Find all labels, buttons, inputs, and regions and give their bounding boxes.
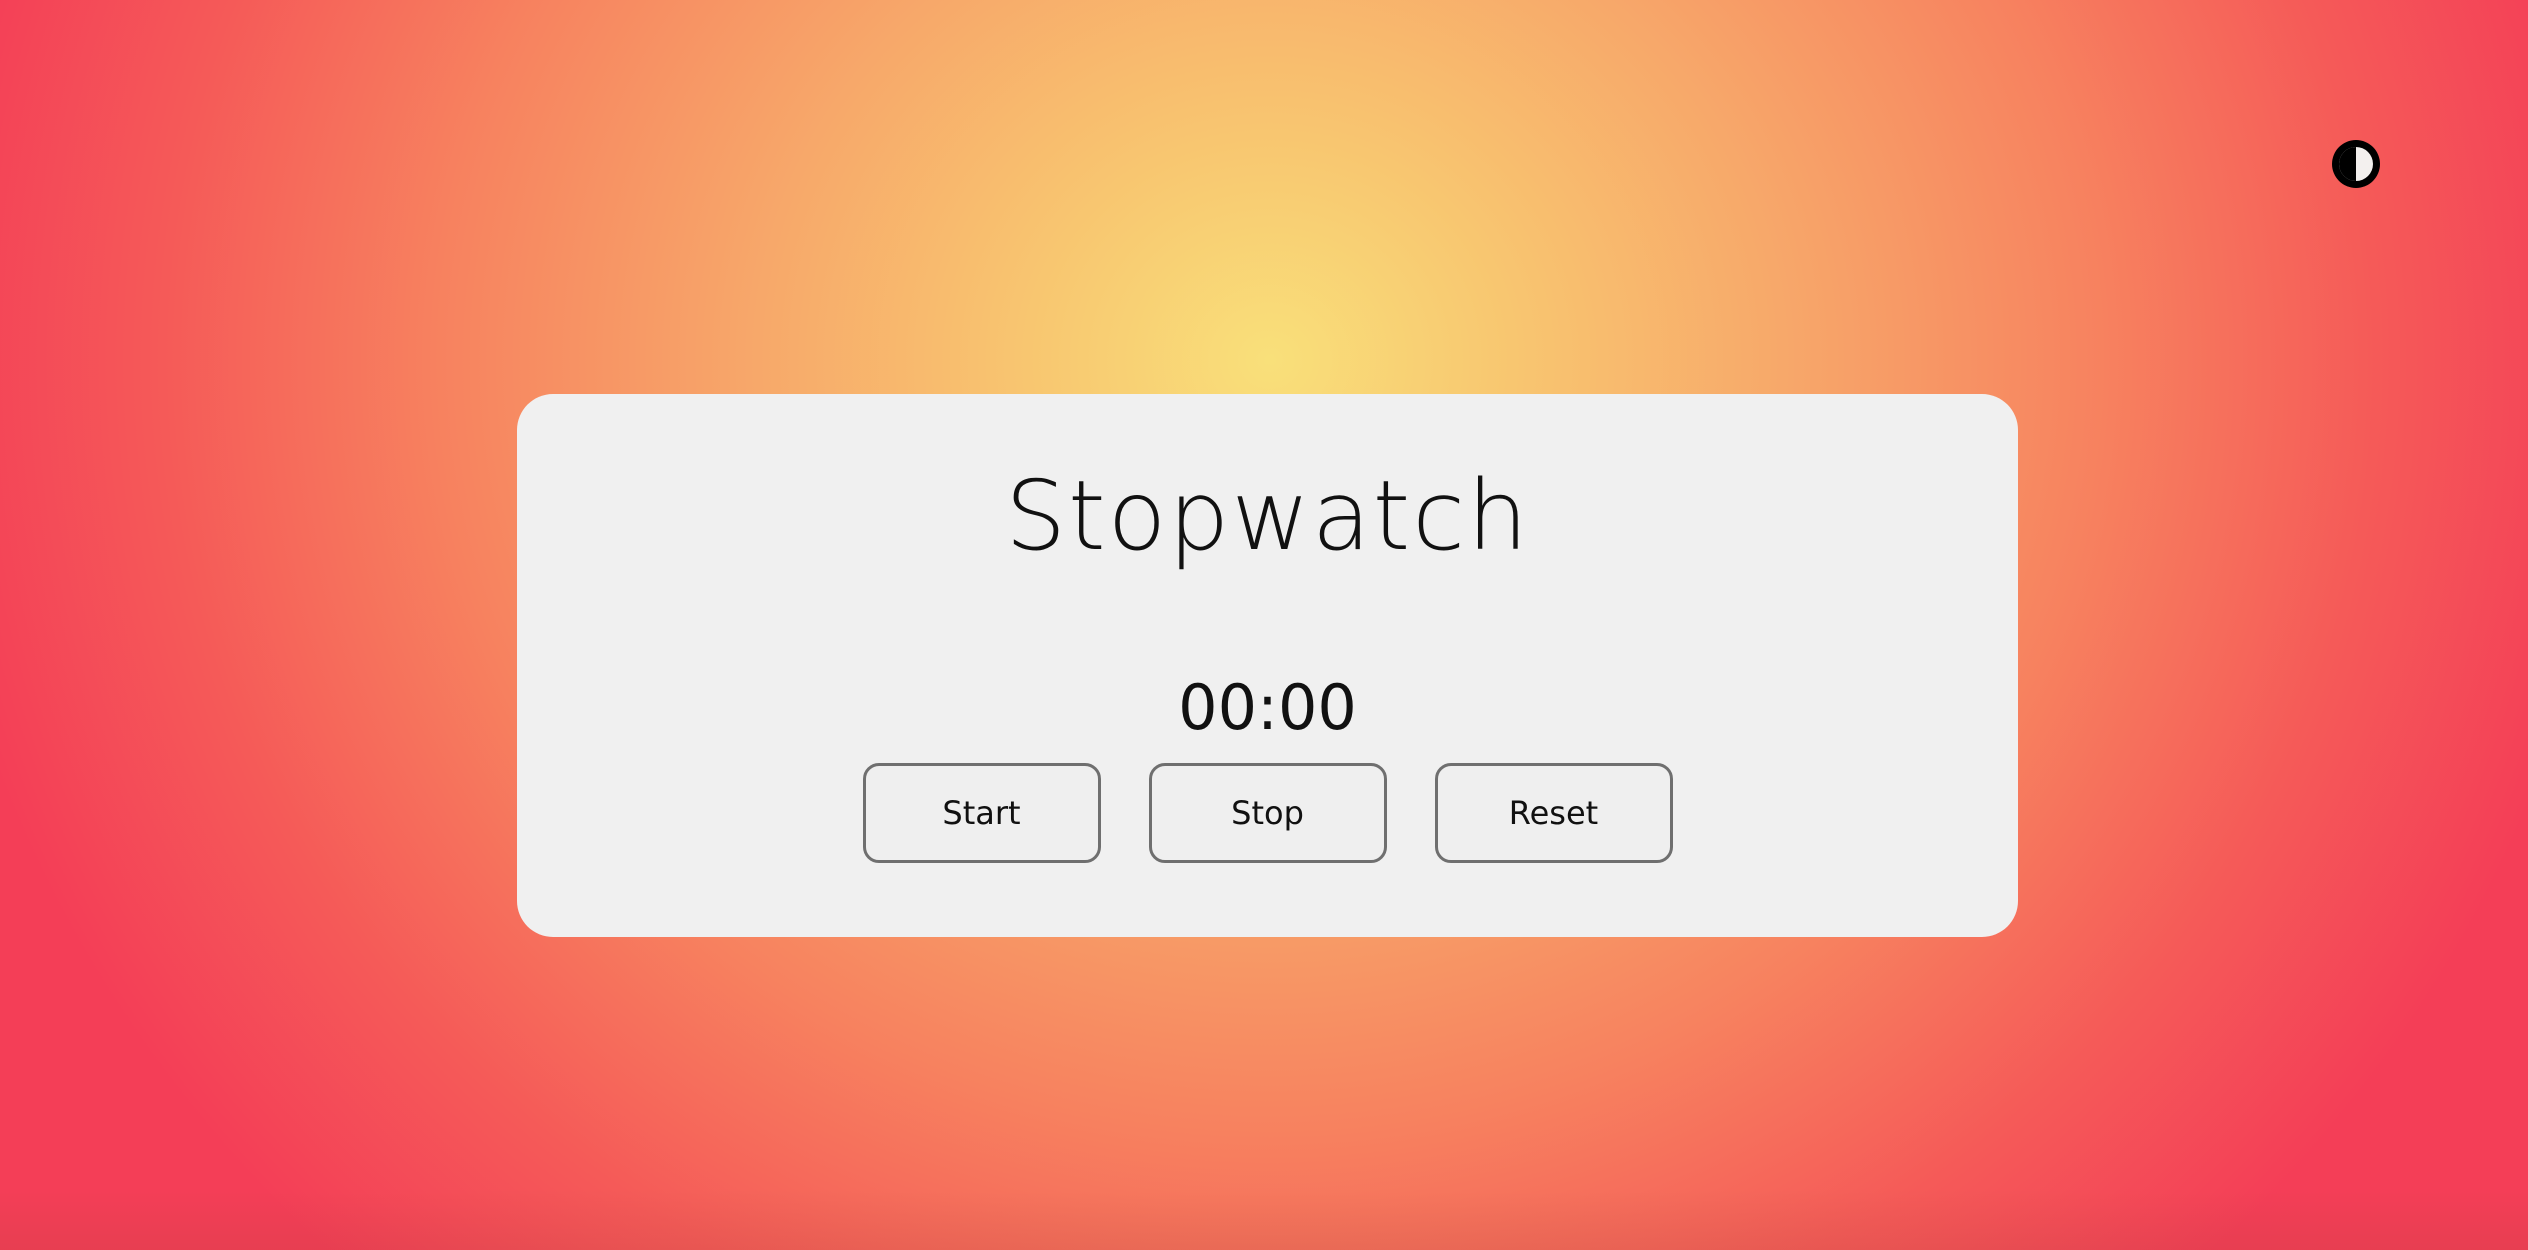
contrast-icon [2332, 140, 2380, 188]
stop-button[interactable]: Stop [1148, 763, 1387, 863]
reset-button[interactable]: Reset [1434, 763, 1673, 863]
stopwatch-card: Stopwatch 00:00 Start Stop Reset [517, 394, 2018, 937]
start-button[interactable]: Start [862, 763, 1101, 863]
bottom-shade [0, 1190, 2528, 1250]
controls: Start Stop Reset [517, 763, 2018, 863]
time-display: 00:00 [1178, 671, 1357, 744]
page-title: Stopwatch [1005, 460, 1530, 572]
stopwatch-page: { "app": { "title": "Stopwatch", "time":… [0, 0, 2528, 1250]
theme-toggle-button[interactable] [2330, 138, 2382, 190]
